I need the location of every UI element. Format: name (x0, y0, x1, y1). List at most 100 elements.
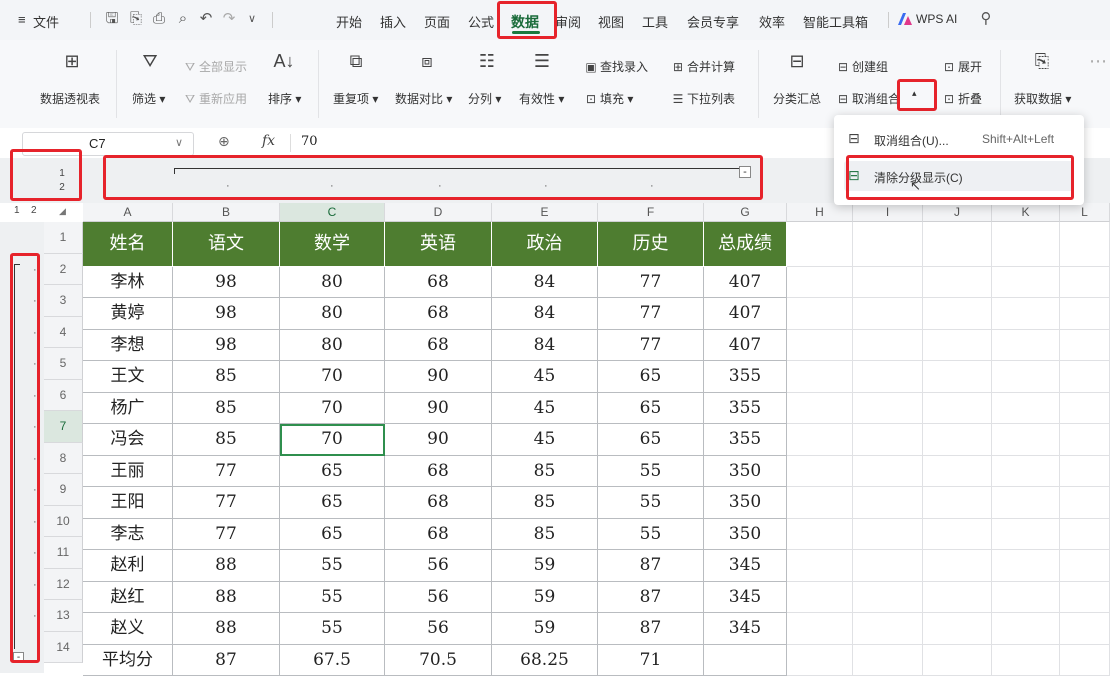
table-cell[interactable]: 黄婷 (83, 298, 173, 330)
empty-cell[interactable] (853, 456, 923, 488)
empty-cell[interactable] (1060, 298, 1110, 330)
empty-cell[interactable] (787, 267, 853, 299)
row-header[interactable]: 14 (44, 632, 83, 664)
empty-cell[interactable] (1060, 456, 1110, 488)
table-cell[interactable]: 45 (492, 393, 598, 425)
table-cell[interactable]: 赵红 (83, 582, 173, 614)
table-cell[interactable]: 45 (492, 424, 598, 456)
table-header-cell[interactable]: 数学 (280, 222, 385, 267)
fill-button[interactable]: ⊡填充 ▾ (584, 90, 633, 107)
table-cell[interactable]: 王文 (83, 361, 173, 393)
redo-icon[interactable]: ↷ (220, 10, 238, 28)
table-cell[interactable]: 85 (173, 361, 280, 393)
table-cell[interactable]: 77 (598, 267, 704, 299)
empty-cell[interactable] (853, 550, 923, 582)
empty-cell[interactable] (787, 582, 853, 614)
empty-cell[interactable] (853, 330, 923, 362)
table-cell[interactable]: 350 (704, 456, 787, 488)
empty-cell[interactable] (787, 298, 853, 330)
table-cell[interactable]: 98 (173, 330, 280, 362)
table-cell[interactable]: 87 (598, 613, 704, 645)
table-cell[interactable]: 56 (385, 550, 492, 582)
table-cell[interactable]: 90 (385, 361, 492, 393)
empty-cell[interactable] (992, 330, 1060, 362)
table-cell[interactable]: 赵利 (83, 550, 173, 582)
search-icon[interactable]: ⚲ (977, 10, 995, 28)
empty-cell[interactable] (787, 519, 853, 551)
table-cell[interactable]: 98 (173, 267, 280, 299)
table-cell[interactable]: 345 (704, 613, 787, 645)
table-cell[interactable]: 68 (385, 519, 492, 551)
table-cell[interactable]: 65 (598, 424, 704, 456)
empty-cell[interactable] (787, 222, 853, 267)
table-cell[interactable]: 65 (598, 393, 704, 425)
row-header[interactable]: 13 (44, 600, 83, 632)
empty-cell[interactable] (923, 298, 992, 330)
validity-button[interactable]: 有效性 ▾ (519, 90, 564, 107)
row-header[interactable]: 11 (44, 537, 83, 569)
table-cell[interactable]: 平均分 (83, 645, 173, 676)
filter-button[interactable]: 筛选 ▾ (132, 90, 165, 107)
table-cell[interactable]: 90 (385, 393, 492, 425)
tab-home[interactable]: 开始 (336, 12, 362, 31)
empty-cell[interactable] (1060, 645, 1110, 676)
table-cell[interactable]: 77 (598, 330, 704, 362)
dropdown-list-button[interactable]: ☰下拉列表 (671, 90, 735, 107)
empty-cell[interactable] (923, 361, 992, 393)
table-cell[interactable]: 65 (280, 487, 385, 519)
sort-button[interactable]: 排序 ▾ (268, 90, 301, 107)
empty-cell[interactable] (853, 222, 923, 267)
empty-cell[interactable] (1060, 582, 1110, 614)
row-header[interactable]: 7 (44, 411, 83, 443)
tab-member[interactable]: 会员专享 (687, 12, 739, 31)
table-cell[interactable]: 350 (704, 519, 787, 551)
table-cell[interactable]: 84 (492, 267, 598, 299)
table-cell[interactable]: 85 (492, 487, 598, 519)
empty-cell[interactable] (923, 645, 992, 676)
empty-cell[interactable] (923, 267, 992, 299)
undo-icon[interactable]: ↶ (197, 10, 215, 28)
empty-cell[interactable] (923, 456, 992, 488)
table-cell[interactable]: 56 (385, 613, 492, 645)
menu-item-ungroup[interactable]: ⊟ 取消组合(U)... Shift+Alt+Left (834, 123, 1084, 153)
column-header-g[interactable]: G (704, 203, 787, 222)
row-collapse-button[interactable]: - (13, 652, 24, 663)
empty-cell[interactable] (1060, 330, 1110, 362)
empty-cell[interactable] (787, 487, 853, 519)
empty-cell[interactable] (853, 298, 923, 330)
empty-cell[interactable] (1060, 424, 1110, 456)
table-cell[interactable]: 85 (173, 424, 280, 456)
table-cell[interactable]: 赵义 (83, 613, 173, 645)
empty-cell[interactable] (992, 456, 1060, 488)
create-group-button[interactable]: ⊟创建组 (836, 58, 888, 75)
empty-cell[interactable] (992, 582, 1060, 614)
save-icon[interactable]: 🖫 (103, 10, 121, 28)
tab-insert[interactable]: 插入 (380, 12, 406, 31)
row-header[interactable]: 12 (44, 569, 83, 601)
table-cell[interactable]: 56 (385, 582, 492, 614)
table-cell[interactable]: 77 (173, 487, 280, 519)
table-cell[interactable]: 77 (598, 298, 704, 330)
table-cell[interactable]: 407 (704, 267, 787, 299)
table-cell[interactable]: 80 (280, 298, 385, 330)
table-cell[interactable]: 80 (280, 330, 385, 362)
ungroup-button[interactable]: ⊟取消组合 (836, 90, 900, 107)
table-cell[interactable]: 59 (492, 613, 598, 645)
wps-ai-button[interactable]: WPS AI (916, 12, 957, 26)
table-cell[interactable]: 407 (704, 298, 787, 330)
empty-cell[interactable] (923, 424, 992, 456)
table-cell[interactable]: 71 (598, 645, 704, 676)
table-cell[interactable]: 李林 (83, 267, 173, 299)
column-header-l[interactable]: L (1060, 203, 1110, 222)
empty-cell[interactable] (853, 519, 923, 551)
tab-page[interactable]: 页面 (424, 12, 450, 31)
table-cell[interactable]: 70 (280, 361, 385, 393)
empty-cell[interactable] (787, 330, 853, 362)
empty-cell[interactable] (923, 613, 992, 645)
lookup-entry-button[interactable]: ▣查找录入 (584, 58, 648, 75)
table-cell[interactable]: 355 (704, 424, 787, 456)
empty-cell[interactable] (787, 550, 853, 582)
table-cell[interactable]: 87 (173, 645, 280, 676)
empty-cell[interactable] (992, 613, 1060, 645)
table-header-cell[interactable]: 历史 (598, 222, 704, 267)
